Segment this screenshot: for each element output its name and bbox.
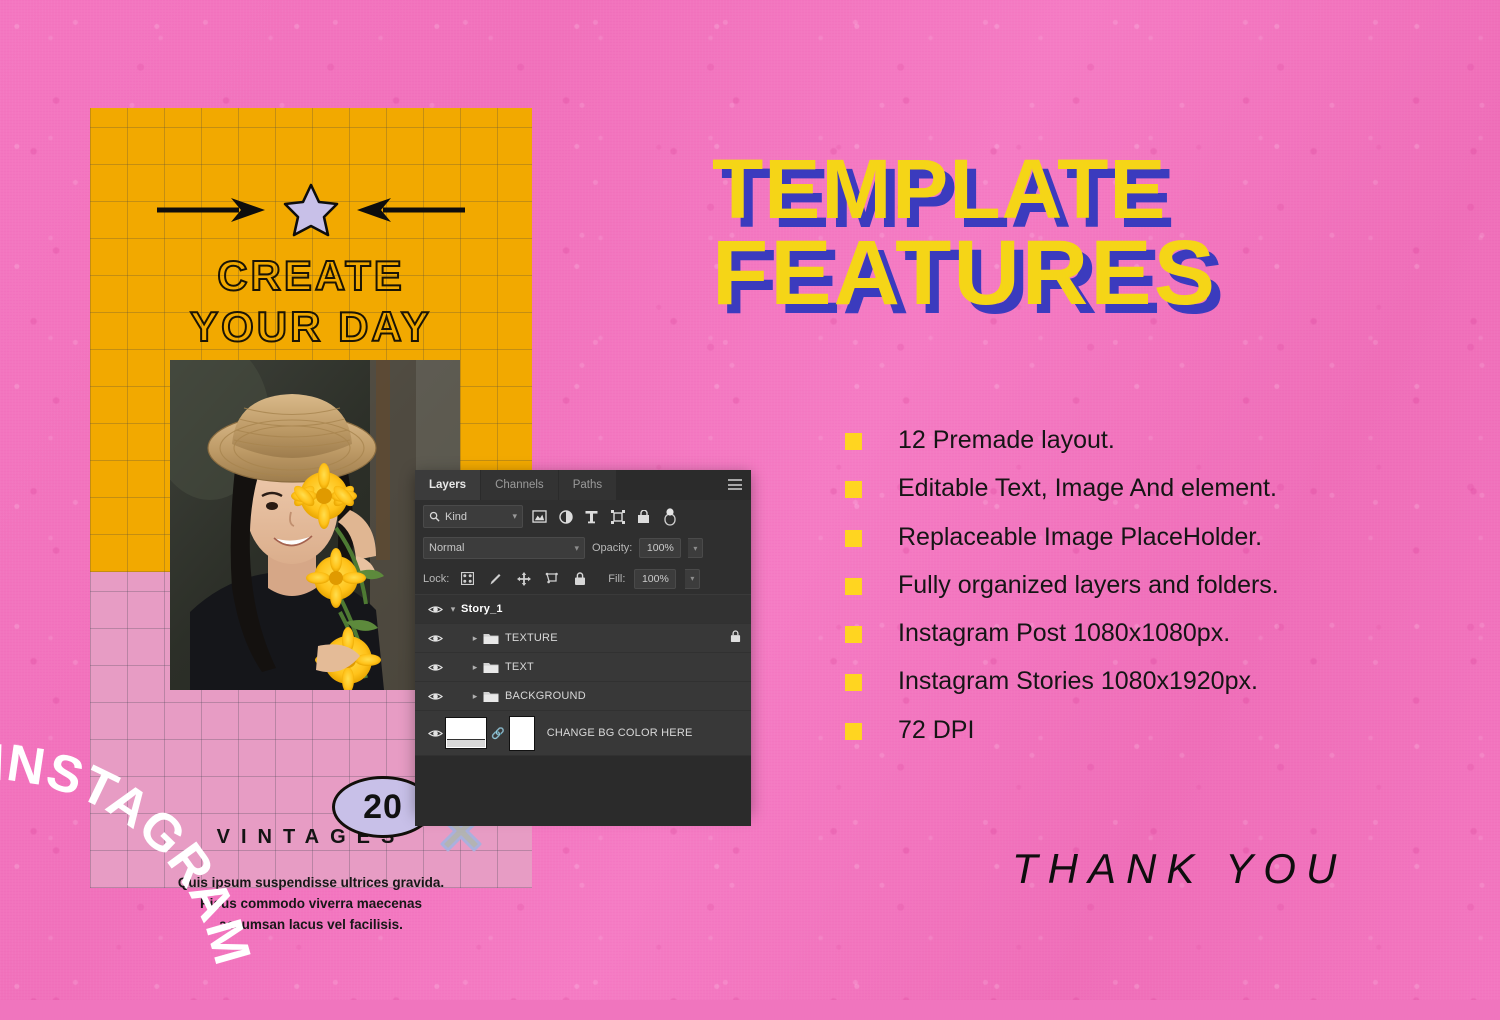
pixel-layer-filter-icon[interactable] (530, 507, 549, 526)
feature-label: Replaceable Image PlaceHolder. (898, 522, 1263, 551)
feature-label: Fully organized layers and folders. (898, 570, 1279, 599)
filter-toggle-icon[interactable] (660, 507, 679, 526)
layer-thumbnail (445, 717, 487, 749)
table-row[interactable]: ▸ BACKGROUND (415, 682, 751, 711)
list-item: Editable Text, Image And element. (845, 473, 1465, 504)
tab-paths[interactable]: Paths (558, 470, 618, 500)
blend-mode-select[interactable]: Normal ▾ (423, 537, 585, 559)
bullet-square-icon (845, 529, 862, 547)
panel-tab-bar: Layers Channels Paths (415, 470, 751, 500)
bullet-square-icon (845, 433, 862, 450)
hamburger-menu-icon[interactable] (728, 479, 742, 490)
opacity-value[interactable]: 100% (639, 538, 682, 558)
list-item: 72 DPI (845, 715, 1465, 746)
tab-channels[interactable]: Channels (481, 470, 559, 500)
lock-position-icon[interactable] (514, 569, 533, 588)
lock-label: Lock: (423, 572, 450, 585)
layer-name: CHANGE BG COLOR HERE (546, 727, 693, 739)
page-title-line2: FEATURES (712, 221, 1217, 324)
poster-headline-line1: CREATE (216, 251, 405, 300)
lock-image-pixels-icon[interactable] (486, 569, 505, 588)
bullet-square-icon (845, 674, 862, 692)
chevron-right-icon[interactable]: ▸ (467, 691, 483, 702)
layer-list: ▾ Story_1 ▸ TEXTURE ▸ TEXT ▸ BACKGROUND … (415, 595, 751, 826)
fill-value[interactable]: 100% (634, 568, 677, 589)
folder-icon (483, 690, 505, 703)
bullet-square-icon (845, 481, 862, 499)
layer-mask-thumbnail (508, 715, 535, 751)
list-item: Replaceable Image PlaceHolder. (845, 522, 1465, 553)
features-list: 12 Premade layout. Editable Text, Image … (845, 425, 1465, 763)
layer-name: BACKGROUND (505, 690, 586, 702)
adjustment-layer-filter-icon[interactable] (556, 507, 575, 526)
bullet-square-icon (845, 626, 862, 643)
filter-kind-label: Kind (445, 510, 468, 523)
layer-name: Story_1 (461, 603, 503, 615)
opacity-stepper-icon[interactable]: ▾ (688, 538, 704, 558)
blend-mode-value: Normal (429, 542, 465, 554)
layer-list-empty-area (415, 756, 751, 826)
photoshop-layers-panel[interactable]: Layers Channels Paths Kind ▾ Normal ▾ Op… (415, 470, 751, 826)
layer-name: TEXTURE (505, 632, 558, 644)
layer-name: TEXT (505, 661, 534, 673)
poster-headline: CREATE YOUR DAY (90, 250, 532, 352)
search-icon (429, 511, 440, 522)
feature-label: 72 DPI (898, 715, 975, 744)
chevron-right-icon[interactable]: ▸ (467, 633, 483, 644)
arrow-right-icon (157, 198, 265, 222)
eye-icon[interactable] (425, 662, 445, 673)
eye-icon[interactable] (425, 604, 445, 615)
table-row[interactable]: ▾ Story_1 (415, 595, 751, 624)
list-item: 12 Premade layout. (845, 425, 1465, 456)
filter-kind-select[interactable]: Kind ▾ (423, 505, 523, 528)
fill-label: Fill: (608, 572, 626, 585)
eye-icon[interactable] (425, 633, 445, 644)
list-item: Instagram Post 1080x1080px. (845, 618, 1465, 649)
instagram-curved-word: INSTAGRAM (0, 734, 262, 972)
lock-row: Lock: Fill: 100% ▾ (415, 563, 751, 595)
feature-label: Instagram Stories 1080x1920px. (898, 667, 1258, 696)
page-title: TEMPLATE FEATURES (712, 147, 1312, 324)
lock-icon[interactable] (730, 630, 741, 646)
feature-label: Instagram Post 1080x1080px. (898, 619, 1231, 647)
opacity-label: Opacity: (592, 542, 633, 554)
layer-thumbnails: 🔗 (445, 715, 535, 751)
eye-icon[interactable] (425, 728, 445, 739)
lock-transparent-pixels-icon[interactable] (458, 569, 477, 588)
lock-all-icon[interactable] (570, 569, 589, 588)
link-mask-icon[interactable]: 🔗 (491, 727, 505, 740)
shape-layer-filter-icon[interactable] (608, 507, 627, 526)
arrow-left-icon (357, 198, 465, 222)
lock-artboard-nesting-icon[interactable] (542, 569, 561, 588)
bullet-square-icon (845, 722, 862, 740)
list-item: Instagram Stories 1080x1920px. (845, 666, 1465, 697)
chevron-down-icon: ▾ (574, 542, 579, 553)
chevron-right-icon[interactable]: ▸ (467, 662, 483, 673)
list-item: Fully organized layers and folders. (845, 570, 1465, 601)
thank-you-text: THANK YOU (1012, 845, 1347, 892)
smart-object-filter-icon[interactable] (634, 507, 653, 526)
feature-label: 12 Premade layout. (898, 426, 1115, 454)
chevron-down-icon: ▾ (512, 511, 517, 521)
table-row[interactable]: 🔗 CHANGE BG COLOR HERE (415, 711, 751, 756)
table-row[interactable]: ▸ TEXT (415, 653, 751, 682)
layer-filter-row: Kind ▾ (415, 500, 751, 533)
poster-decoration-row (90, 183, 532, 237)
star-icon (283, 183, 339, 237)
eye-icon[interactable] (425, 691, 445, 702)
tab-layers[interactable]: Layers (415, 470, 482, 500)
chevron-down-icon[interactable]: ▾ (445, 604, 461, 615)
folder-icon (483, 632, 505, 645)
poster-headline-line2: YOUR DAY (189, 302, 432, 351)
table-row[interactable]: ▸ TEXTURE (415, 624, 751, 653)
type-layer-filter-icon[interactable] (582, 507, 601, 526)
blend-mode-row: Normal ▾ Opacity: 100% ▾ (415, 533, 751, 563)
feature-label: Editable Text, Image And element. (898, 474, 1277, 503)
fill-stepper-icon[interactable]: ▾ (685, 568, 701, 589)
bullet-square-icon (845, 577, 862, 595)
instagram-curved-text: INSTAGRAM (0, 734, 262, 972)
folder-icon (483, 661, 505, 674)
